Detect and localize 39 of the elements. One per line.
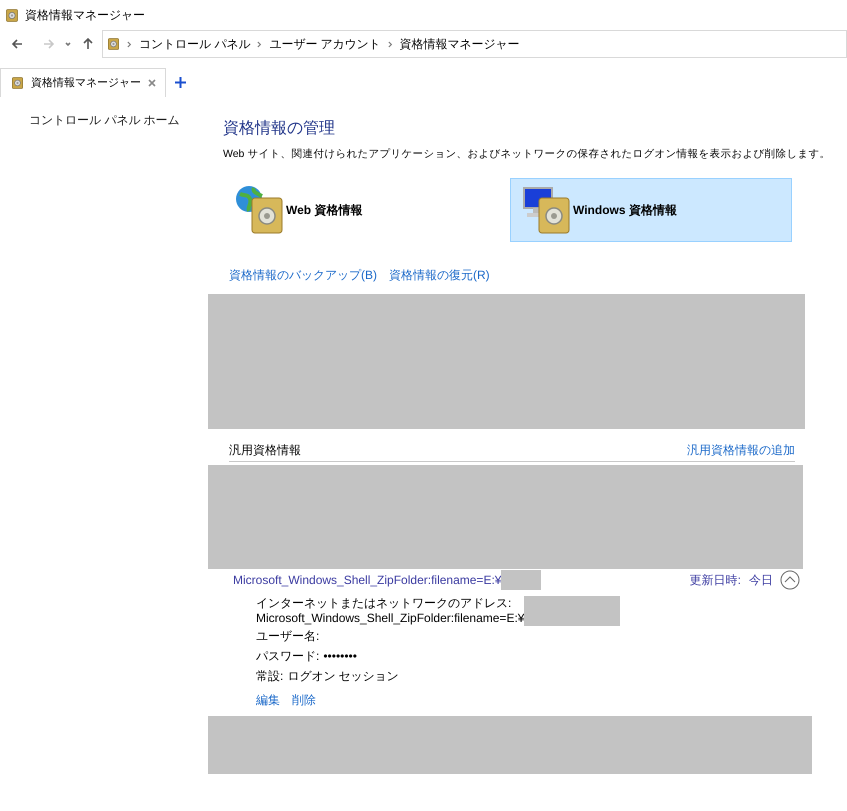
sidebar-link[interactable]: コントロール パネル ホーム [29, 111, 180, 129]
breadcrumb[interactable]: 資格情報マネージャー [400, 35, 520, 53]
action-link[interactable]: 削除 [292, 690, 316, 709]
action-link[interactable]: 資格情報の復元(R) [389, 266, 490, 284]
add-tab-icon[interactable] [175, 77, 186, 88]
credential-type-tile[interactable]: Windows 資格情報 [510, 178, 792, 242]
close-icon[interactable] [148, 79, 156, 87]
safe-icon [11, 76, 24, 90]
detail-label: ユーザー名: [256, 628, 320, 645]
breadcrumb[interactable]: ユーザー アカウント [269, 35, 381, 53]
tab-label: 資格情報マネージャー [31, 76, 141, 91]
credential-entry-row[interactable]: Microsoft_Windows_Shell_ZipFolder:filename=E:¥ 更新日時: 今日 [208, 568, 812, 591]
address-bar[interactable]: コントロール パネル ユーザー アカウント 資格情報マネージャー [102, 30, 847, 58]
modified-value: 今日 [749, 572, 773, 589]
safe-icon [5, 8, 19, 22]
tab[interactable]: 資格情報マネージャー [0, 68, 166, 97]
description: Web サイト、関連付けられたアプリケーション、およびネットワークの保存されたログオン情報を表示および削除します。 [223, 147, 830, 162]
detail-value: Microsoft_Windows_Shell_ZipFolder:filename=E:¥ [256, 610, 524, 625]
tile-label: Web 資格情報 [286, 202, 362, 219]
chevron-icon [127, 40, 132, 48]
detail-label: 常設: [256, 668, 284, 685]
action-link[interactable]: 編集 [256, 690, 280, 709]
window-title: 資格情報マネージャー [25, 7, 145, 24]
detail-value: •••••••• [323, 648, 357, 665]
breadcrumb[interactable]: コントロール パネル [139, 35, 250, 53]
safe-icon [107, 37, 120, 51]
modified-label: 更新日時: [690, 572, 741, 589]
collapse-icon[interactable] [780, 570, 800, 590]
action-link[interactable]: 資格情報のバックアップ(B) [229, 266, 377, 284]
detail-label: パスワード: [256, 648, 320, 665]
tile-label: Windows 資格情報 [573, 202, 677, 219]
chevron-icon [257, 40, 262, 48]
credential-name[interactable]: Microsoft_Windows_Shell_ZipFolder:filename=E:¥ [233, 570, 502, 589]
detail-value: ログオン セッション [287, 668, 399, 685]
page-heading: 資格情報の管理 [223, 119, 336, 139]
detail-label: インターネットまたはネットワークのアドレス: [256, 596, 512, 610]
chevron-icon [388, 40, 393, 48]
section-title: 汎用資格情報 [229, 442, 301, 459]
add-link[interactable]: 汎用資格情報の追加 [687, 440, 795, 459]
